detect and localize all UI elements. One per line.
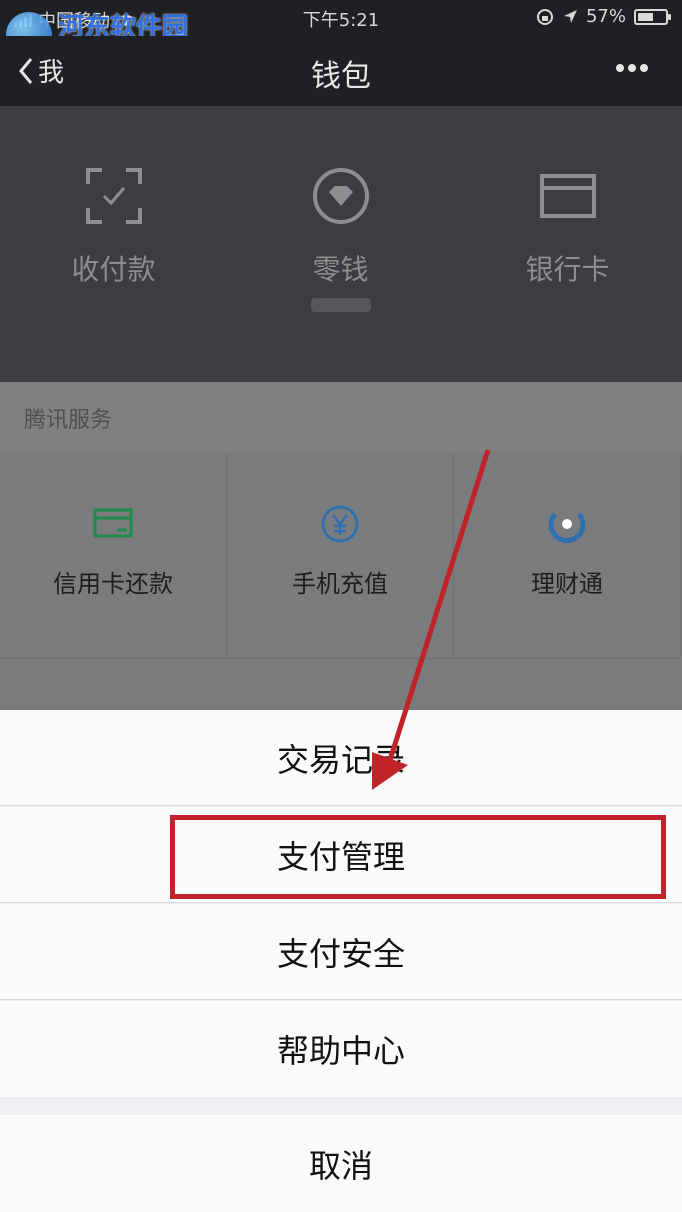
menu-item-help-center[interactable]: 帮助中心	[0, 1001, 682, 1097]
battery-icon	[634, 8, 671, 25]
services-section: 腾讯服务 信用卡还款 手机充值 理财通	[0, 382, 682, 712]
orientation-lock-icon	[536, 8, 553, 25]
services-grid: 信用卡还款 手机充值 理财通	[0, 452, 682, 712]
battery-fill	[638, 12, 653, 21]
credit-card-repay-icon	[93, 504, 133, 544]
service-label: 信用卡还款	[53, 570, 173, 598]
menu-item-payment-management[interactable]: 支付管理	[0, 807, 682, 903]
cancel-button[interactable]: 取消	[0, 1115, 682, 1212]
more-icon	[616, 64, 648, 72]
bank-card-icon	[538, 166, 598, 226]
wallet-panel: 收付款 零钱 银行卡	[0, 106, 682, 382]
menu-item-payment-security[interactable]: 支付安全	[0, 904, 682, 1000]
more-button[interactable]	[612, 48, 652, 97]
change-icon	[311, 166, 371, 226]
location-icon	[563, 9, 577, 23]
blurred-balance	[310, 298, 371, 312]
phone-topup-icon	[320, 504, 360, 544]
battery-text: 57%	[585, 6, 626, 27]
service-licaitong[interactable]: 理财通	[454, 452, 681, 659]
wallet-item-label: 银行卡	[525, 253, 610, 286]
service-label: 手机充值	[292, 570, 388, 598]
wallet-item-label: 收付款	[71, 253, 156, 286]
scan-pay-icon	[84, 166, 144, 226]
wallet-item-bank-card[interactable]: 银行卡	[454, 166, 681, 288]
page-title: 钱包	[311, 59, 371, 94]
status-bar: 中国移动 下午5:21 57%	[0, 0, 682, 36]
wallet-item-label: 零钱	[312, 253, 369, 286]
action-sheet: 交易记录 支付管理 支付安全 帮助中心 取消	[0, 710, 682, 1212]
menu-item-transactions[interactable]: 交易记录	[0, 710, 682, 806]
wallet-item-change[interactable]: 零钱	[227, 166, 454, 312]
services-header: 腾讯服务	[24, 408, 113, 433]
service-label: 理财通	[531, 570, 603, 598]
licaitong-icon	[547, 504, 587, 544]
service-phone-topup[interactable]: 手机充值	[227, 452, 454, 659]
service-credit-card[interactable]: 信用卡还款	[0, 452, 227, 659]
nav-bar: 我 钱包	[0, 36, 682, 106]
wallet-item-pay[interactable]: 收付款	[0, 166, 227, 288]
status-right: 57%	[536, 6, 671, 27]
